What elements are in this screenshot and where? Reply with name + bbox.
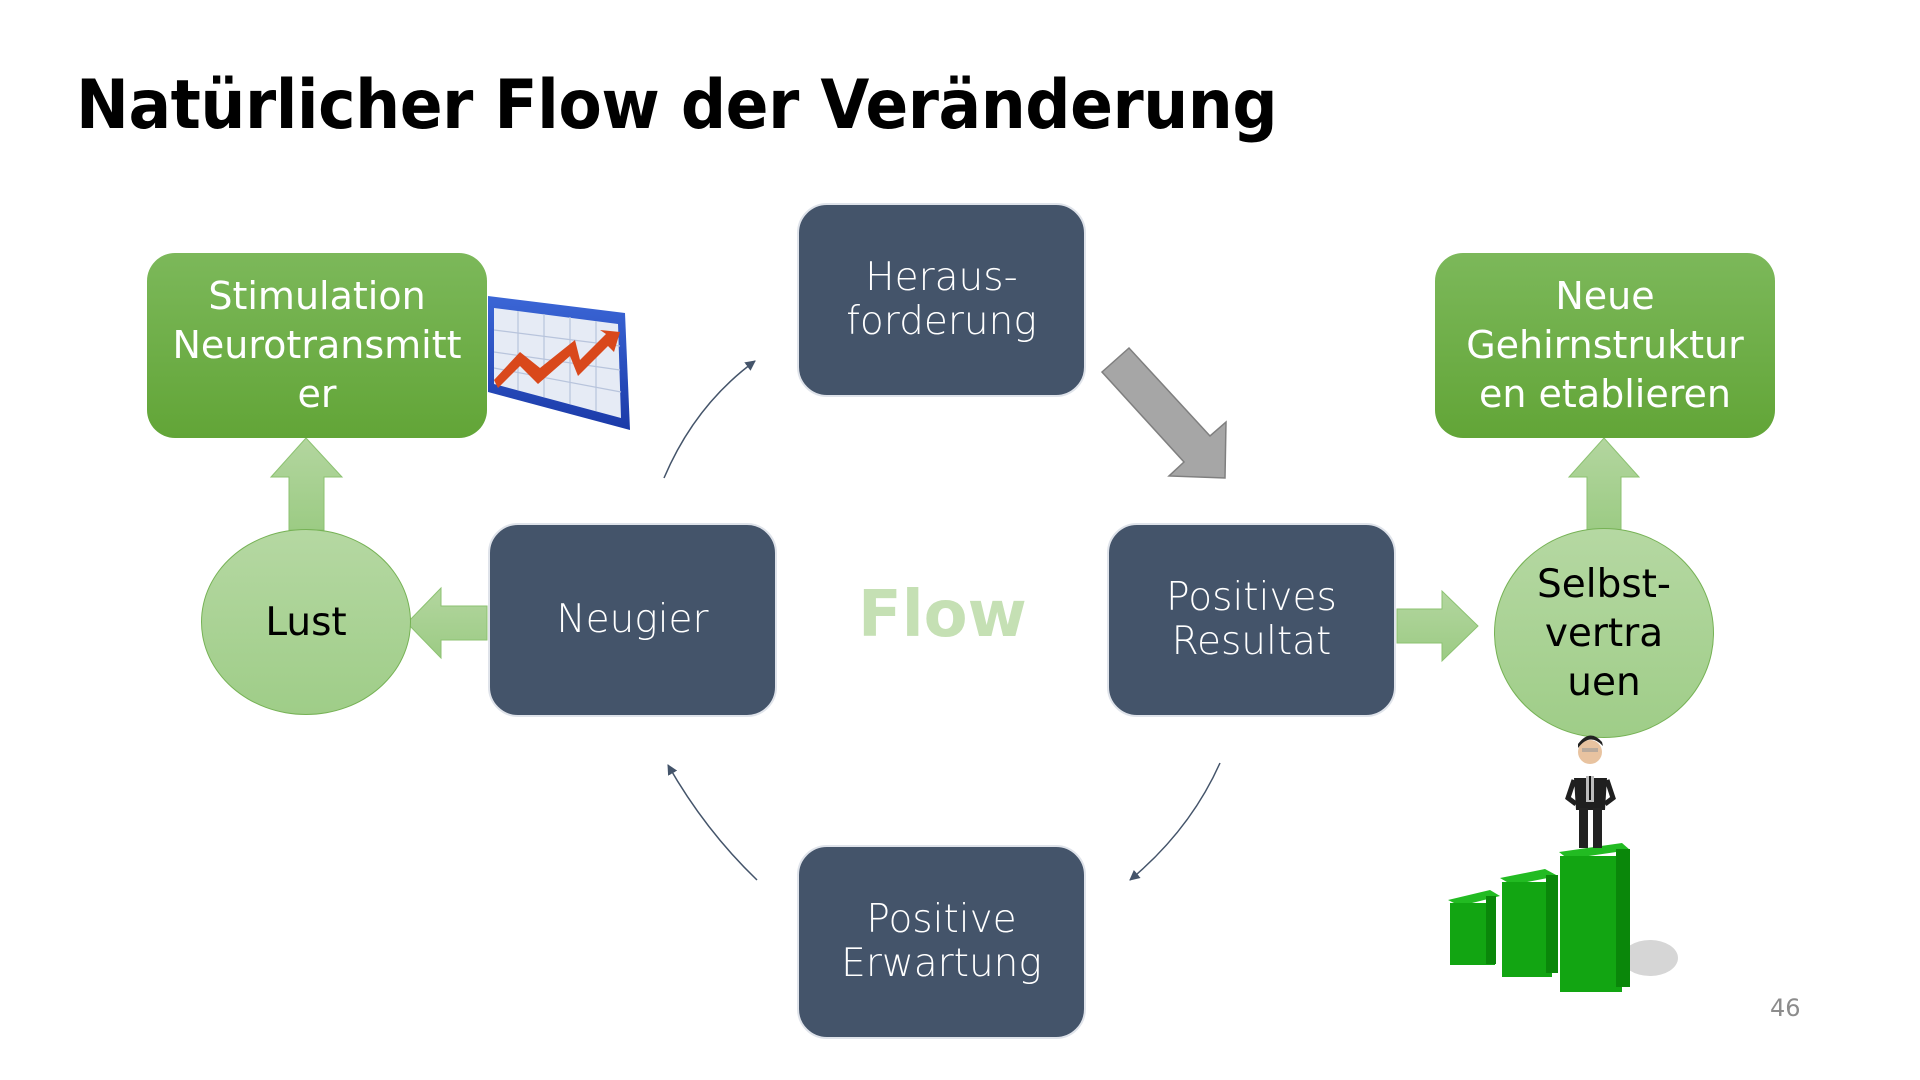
box-text-line: Erwartung (841, 941, 1042, 986)
box-text-line: forderung (846, 299, 1037, 344)
box-herausforderung: Heraus- forderung (797, 203, 1086, 397)
arrow-herausforderung-to-resultat (1100, 346, 1227, 479)
box-text-line: Neue (1555, 274, 1655, 318)
box-text-line: Heraus- (865, 255, 1018, 300)
arc-resultat-to-erwartung (1129, 762, 1221, 881)
box-text-line: Neugier (556, 597, 709, 642)
box-text-line: Neurotransmitt (172, 323, 462, 367)
page-number: 46 (1770, 994, 1801, 1022)
box-text-line: Stimulation (208, 274, 426, 318)
circle-lust: Lust (201, 529, 411, 715)
arrow-selbstvertrauen-to-gehirnstrukturen (1567, 437, 1641, 531)
box-text-line: Positives (1166, 575, 1337, 620)
circle-text-line: Selbst- (1536, 561, 1672, 607)
box-positives-resultat: Positives Resultat (1107, 523, 1396, 717)
arc-erwartung-to-neugier (667, 764, 758, 881)
arc-neugier-to-herausforderung (663, 360, 756, 479)
box-text-line: en etablieren (1479, 372, 1731, 416)
flow-center-label: Flow (858, 578, 1027, 652)
box-text-line: Resultat (1171, 619, 1332, 664)
circle-selbstvertrauen: Selbst- vertra uen (1494, 528, 1714, 738)
box-neue-gehirnstrukturen: Neue Gehirnstruktur en etablieren (1435, 253, 1775, 438)
circle-text-line: vertra (1544, 610, 1664, 656)
arrow-lust-to-stimulation (269, 437, 344, 531)
arrow-resultat-to-selbstvertrauen (1396, 589, 1479, 663)
circle-text-line: uen (1567, 659, 1641, 705)
box-neugier: Neugier (488, 523, 777, 717)
circle-label: Lust (265, 599, 347, 645)
box-text-line: Gehirnstruktur (1466, 323, 1744, 367)
box-text-line: er (297, 372, 337, 416)
arrow-neugier-to-lust (406, 586, 488, 660)
box-stimulation-neurotransmitter: Stimulation Neurotransmitt er (147, 253, 487, 438)
box-positive-erwartung: Positive Erwartung (797, 845, 1086, 1039)
box-text-line: Positive (866, 897, 1017, 942)
